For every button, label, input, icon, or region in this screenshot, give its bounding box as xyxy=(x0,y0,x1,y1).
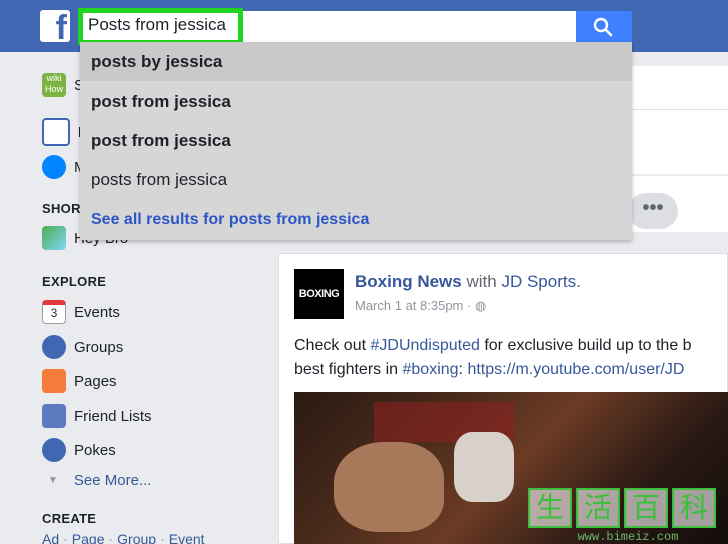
sidebar-item-label: Events xyxy=(74,303,120,321)
composer-body[interactable] xyxy=(632,110,728,174)
poke-icon xyxy=(42,438,66,462)
messenger-icon xyxy=(42,155,66,179)
chevron-down-icon: ▼ xyxy=(48,475,58,486)
sidebar-item-pokes[interactable]: Pokes xyxy=(42,438,116,462)
see-all-results-link[interactable]: See all results for posts from jessica xyxy=(80,200,632,239)
sidebar-item-label: Friend Lists xyxy=(74,407,152,425)
hashtag-link[interactable]: #JDUndisputed xyxy=(370,337,479,354)
flag-icon xyxy=(42,369,66,393)
sidebar-item-events[interactable]: 3 Events xyxy=(42,300,120,324)
see-more-label: See More... xyxy=(73,472,152,489)
search-button[interactable] xyxy=(576,11,632,42)
author-link[interactable]: Boxing News xyxy=(355,272,462,291)
boxing-glove xyxy=(454,432,514,502)
sidebar-item-label: Pokes xyxy=(74,441,116,459)
create-heading: CREATE xyxy=(42,511,97,526)
sidebar-item-friend-lists[interactable]: Friend Lists xyxy=(42,404,152,428)
watermark-char: 活 xyxy=(576,488,620,528)
suggestion-item[interactable]: post from jessica xyxy=(80,82,632,121)
shortcut-icon xyxy=(42,226,66,250)
watermark-char: 科 xyxy=(672,488,716,528)
see-more-link[interactable]: ▼ See More... xyxy=(48,472,151,489)
url-link[interactable]: https://m.youtube.com/user/JD xyxy=(467,361,684,378)
news-feed-icon xyxy=(42,118,70,146)
sidebar-item-label: Pages xyxy=(74,372,117,390)
groups-icon xyxy=(42,335,66,359)
tagged-page-link[interactable]: JD Sports. xyxy=(501,272,580,291)
search-highlight-box xyxy=(78,8,243,45)
calendar-icon: 3 xyxy=(42,300,66,324)
post-author-line: Boxing News with JD Sports. xyxy=(355,272,581,292)
create-ad-link[interactable]: Ad xyxy=(42,531,59,544)
watermark-char: 生 xyxy=(528,488,572,528)
suggestion-item[interactable]: posts from jessica xyxy=(80,160,632,199)
composer-header xyxy=(632,66,728,110)
create-group-link[interactable]: Group xyxy=(117,531,156,544)
sidebar-item-wikihow[interactable]: wiki How S xyxy=(42,73,84,97)
more-options-button[interactable]: ••• xyxy=(628,193,678,229)
search-icon xyxy=(593,17,613,37)
sidebar-item-pages[interactable]: Pages xyxy=(42,369,117,393)
shortcuts-heading: SHOR xyxy=(42,201,81,216)
create-page-link[interactable]: Page xyxy=(72,531,105,544)
hashtag-link[interactable]: #boxing xyxy=(403,361,459,378)
suggestion-item[interactable]: post from jessica xyxy=(80,121,632,160)
post-body-text: Check out #JDUndisputed for exclusive bu… xyxy=(294,337,692,378)
boxer-face xyxy=(334,442,444,532)
sidebar-item-label: Groups xyxy=(74,338,124,356)
watermark-char: 百 xyxy=(624,488,668,528)
wikihow-icon: wiki How xyxy=(42,73,66,97)
friend-list-icon xyxy=(42,404,66,428)
search-suggestions-dropdown: posts by jessica post from jessica post … xyxy=(80,42,632,240)
watermark-logo: 生 活 百 科 www.bimeiz.com xyxy=(528,488,728,544)
create-event-link[interactable]: Event xyxy=(169,531,205,544)
timestamp-text: March 1 at 8:35pm · xyxy=(355,298,475,313)
post-timestamp[interactable]: March 1 at 8:35pm · ◍ xyxy=(355,298,486,314)
globe-icon: ◍ xyxy=(474,298,487,313)
explore-heading: EXPLORE xyxy=(42,274,107,289)
with-text: with xyxy=(466,272,497,291)
page-avatar[interactable]: BOXING xyxy=(294,269,344,319)
suggestion-item[interactable]: posts by jessica xyxy=(80,42,632,81)
create-links: Ad · Page · Group · Event xyxy=(42,531,205,544)
facebook-logo-icon[interactable]: f xyxy=(40,9,70,47)
sidebar-item-groups[interactable]: Groups xyxy=(42,335,123,359)
watermark-url: www.bimeiz.com xyxy=(577,530,679,544)
